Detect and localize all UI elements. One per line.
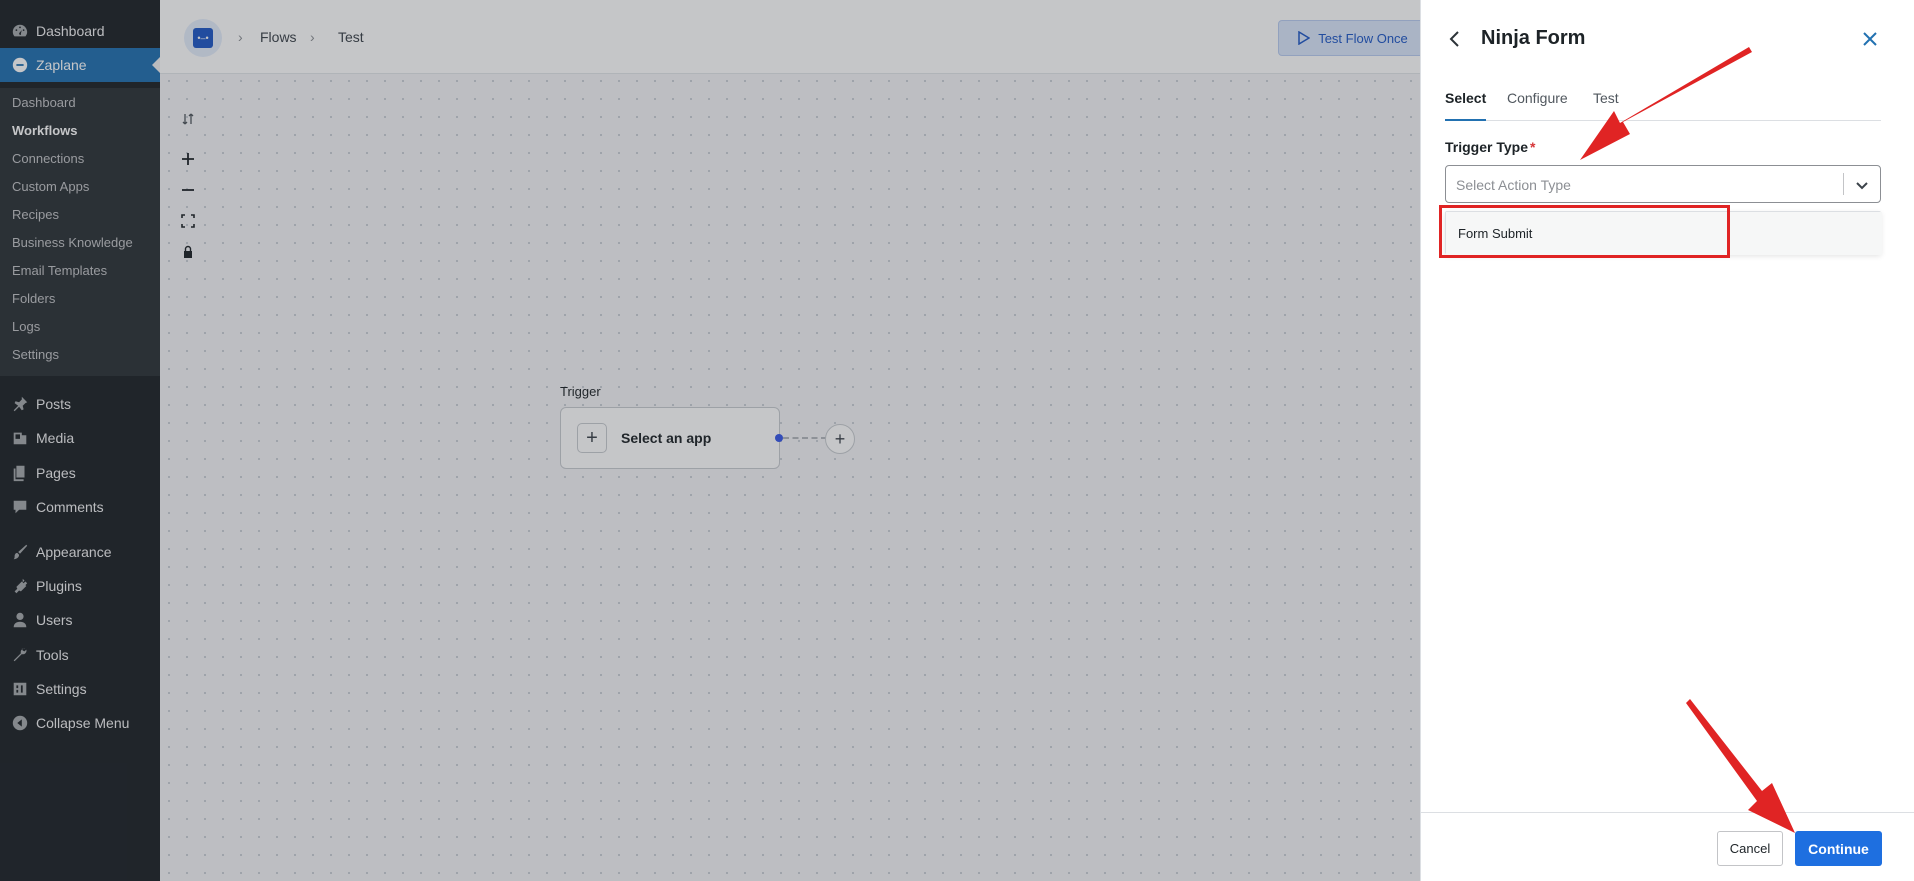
back-button[interactable]	[1445, 28, 1465, 50]
field-label-text: Trigger Type	[1445, 139, 1528, 155]
panel-title: Ninja Form	[1481, 27, 1586, 49]
select-placeholder: Select Action Type	[1456, 177, 1571, 193]
step-config-panel: Ninja Form Select Configure Test Trigger…	[1420, 0, 1914, 881]
tab-configure[interactable]: Configure	[1507, 89, 1568, 121]
panel-tabs: Select Configure Test	[1445, 89, 1881, 121]
tab-select[interactable]: Select	[1445, 89, 1487, 121]
modal-overlay[interactable]	[0, 0, 1420, 881]
panel-footer: Cancel Continue	[1421, 812, 1914, 881]
trigger-type-label: Trigger Type *	[1445, 139, 1535, 155]
continue-button[interactable]: Continue	[1795, 831, 1882, 866]
cancel-button[interactable]: Cancel	[1717, 831, 1783, 866]
select-divider	[1843, 173, 1844, 195]
chevron-down-icon[interactable]	[1854, 177, 1870, 193]
close-button[interactable]	[1859, 28, 1881, 50]
chevron-left-icon	[1449, 31, 1459, 47]
required-mark: *	[1529, 139, 1536, 155]
annotation-highlight-box	[1439, 205, 1730, 258]
trigger-type-select[interactable]: Select Action Type	[1445, 165, 1881, 203]
tab-test[interactable]: Test	[1593, 89, 1619, 121]
close-icon	[1863, 32, 1877, 46]
